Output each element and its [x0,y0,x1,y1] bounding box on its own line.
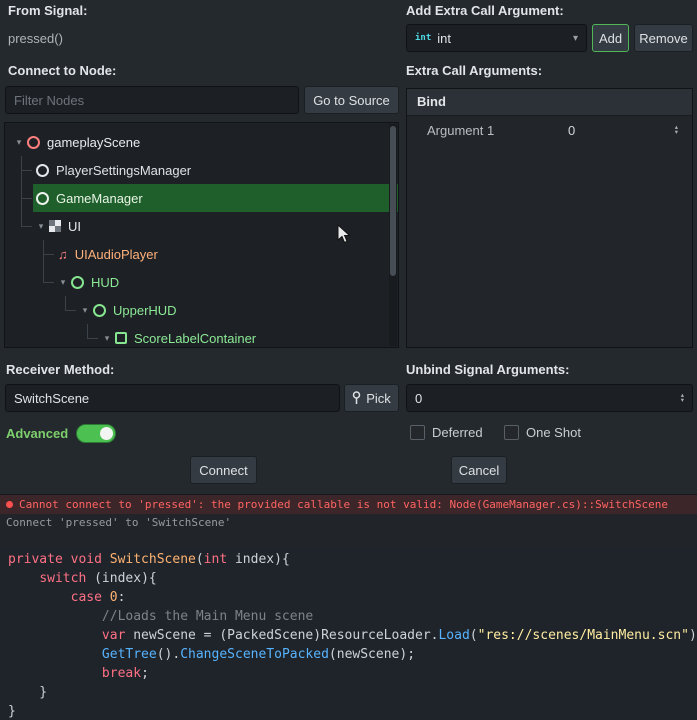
tree-row-PlayerSettingsManager[interactable]: PlayerSettingsManager [5,156,398,184]
pick-icon [352,391,361,404]
square-node-icon [115,332,127,344]
deferred-checkbox[interactable]: Deferred [410,425,483,440]
code-line: GetTree().ChangeSceneToPacked(newScene); [101,647,416,662]
log-error-text: Cannot connect to 'pressed': the provide… [19,498,669,511]
deferred-checkbox-label: Deferred [432,425,483,440]
checker-node-icon [49,220,61,232]
code-line: case 0: [70,590,126,605]
unbind-signal-arguments-label: Unbind Signal Arguments: [406,362,570,377]
code-line: } [8,704,16,719]
code-editor: private void SwitchScene(int index){ swi… [0,546,697,720]
circle-node-icon [71,275,84,289]
tree-node-label: HUD [91,274,120,290]
tree-node-label: GameManager [56,190,143,206]
expand-arrow-icon[interactable]: ▾ [33,221,49,232]
filter-nodes-input[interactable] [5,86,299,114]
add-button[interactable]: Add [592,24,629,52]
tree-node-label: UIAudioPlayer [74,246,158,262]
circle-node-icon [27,135,40,149]
code-line: switch (index){ [39,571,157,586]
node-tree: ▾ gameplayScene PlayerSettingsManager GameM… [4,122,399,348]
checkbox-box-icon [410,425,425,440]
receiver-method-label: Receiver Method: [6,362,115,377]
from-signal-value: pressed() [8,31,63,46]
code-line: private void SwitchScene(int index){ [8,552,290,567]
argument-value-spinbox[interactable]: 0 ▴ ▾ [554,119,684,141]
tree-node-label: ScoreLabelContainer [134,330,257,346]
scrollbar-thumb[interactable] [390,126,396,276]
one-shot-checkbox-label: One Shot [526,425,581,440]
pick-button[interactable]: Pick [344,384,399,412]
advanced-toggle[interactable] [76,424,116,443]
one-shot-checkbox[interactable]: One Shot [504,425,581,440]
expand-arrow-icon[interactable]: ▾ [11,137,27,148]
tree-row-UI[interactable]: ▾ UI [5,212,398,240]
error-icon [6,501,13,508]
toggle-knob [100,427,113,440]
receiver-method-input[interactable] [5,384,340,412]
tree-row-UIAudioPlayer[interactable]: ♫ UIAudioPlayer [5,240,398,268]
tree-row-HUD[interactable]: ▾ HUD [5,268,398,296]
argument-row: Argument 1 0 ▴ ▾ [407,116,692,144]
circle-node-icon [93,303,106,317]
note-node-icon: ♫ [58,246,68,262]
argument-name: Argument 1 [427,122,495,138]
expand-arrow-icon[interactable]: ▾ [99,333,115,344]
circle-node-icon [36,191,49,205]
tree-row-gameplayScene[interactable]: ▾ gameplayScene [5,128,398,156]
spinner-arrows-icon[interactable]: ▴ ▾ [681,392,684,404]
advanced-label: Advanced [6,426,69,441]
cancel-button[interactable]: Cancel [451,456,507,484]
output-log: Cannot connect to 'pressed': the provide… [0,494,697,547]
spinner-arrows-icon[interactable]: ▴ ▾ [675,124,678,136]
tree-node-label: UpperHUD [113,302,177,318]
tree-row-GameManager[interactable]: GameManager [5,184,398,212]
bind-column-header: Bind [407,89,692,116]
pick-button-label: Pick [366,390,391,406]
connect-signal-dialog: From Signal: pressed() Add Extra Call Ar… [0,0,697,720]
tree-node-label: gameplayScene [47,134,141,150]
tree-row-ScoreLabelContainer[interactable]: ▾ ScoreLabelContainer [5,324,398,347]
tree-node-label: UI [68,218,81,234]
tree-row-UpperHUD[interactable]: ▾ UpperHUD [5,296,398,324]
argument-value: 0 [568,122,576,138]
log-error-line: Cannot connect to 'pressed': the provide… [0,495,697,514]
go-to-source-button[interactable]: Go to Source [304,86,399,114]
log-info-line: Connect 'pressed' to 'SwitchScene' [6,516,232,529]
circle-node-icon [36,163,49,177]
connect-button[interactable]: Connect [190,456,257,484]
code-line: var newScene = (PackedScene)ResourceLoad… [101,628,697,643]
from-signal-label: From Signal: [8,3,88,18]
expand-arrow-icon[interactable]: ▾ [77,305,93,316]
connect-to-node-label: Connect to Node: [8,63,117,78]
remove-button[interactable]: Remove [634,24,693,52]
checkbox-box-icon [504,425,519,440]
tree-node-label: PlayerSettingsManager [56,162,192,178]
unbind-arguments-value: 0 [415,390,423,406]
code-line: //Loads the Main Menu scene [101,609,314,624]
argument-type-value: int [437,30,451,46]
extra-call-arguments-label: Extra Call Arguments: [406,63,543,78]
code-line: } [8,685,48,700]
tree-scrollbar[interactable] [389,124,397,346]
argument-type-select[interactable]: int int ▾ [406,24,587,52]
chevron-down-icon: ▾ [572,32,578,44]
extra-call-arguments-panel: Bind Argument 1 0 ▴ ▾ [406,88,693,348]
unbind-arguments-spinbox[interactable]: 0 ▴ ▾ [406,384,693,412]
code-line: break; [101,666,149,681]
add-extra-argument-label: Add Extra Call Argument: [406,3,564,18]
int-type-icon: int [415,33,432,43]
expand-arrow-icon[interactable]: ▾ [55,277,71,288]
